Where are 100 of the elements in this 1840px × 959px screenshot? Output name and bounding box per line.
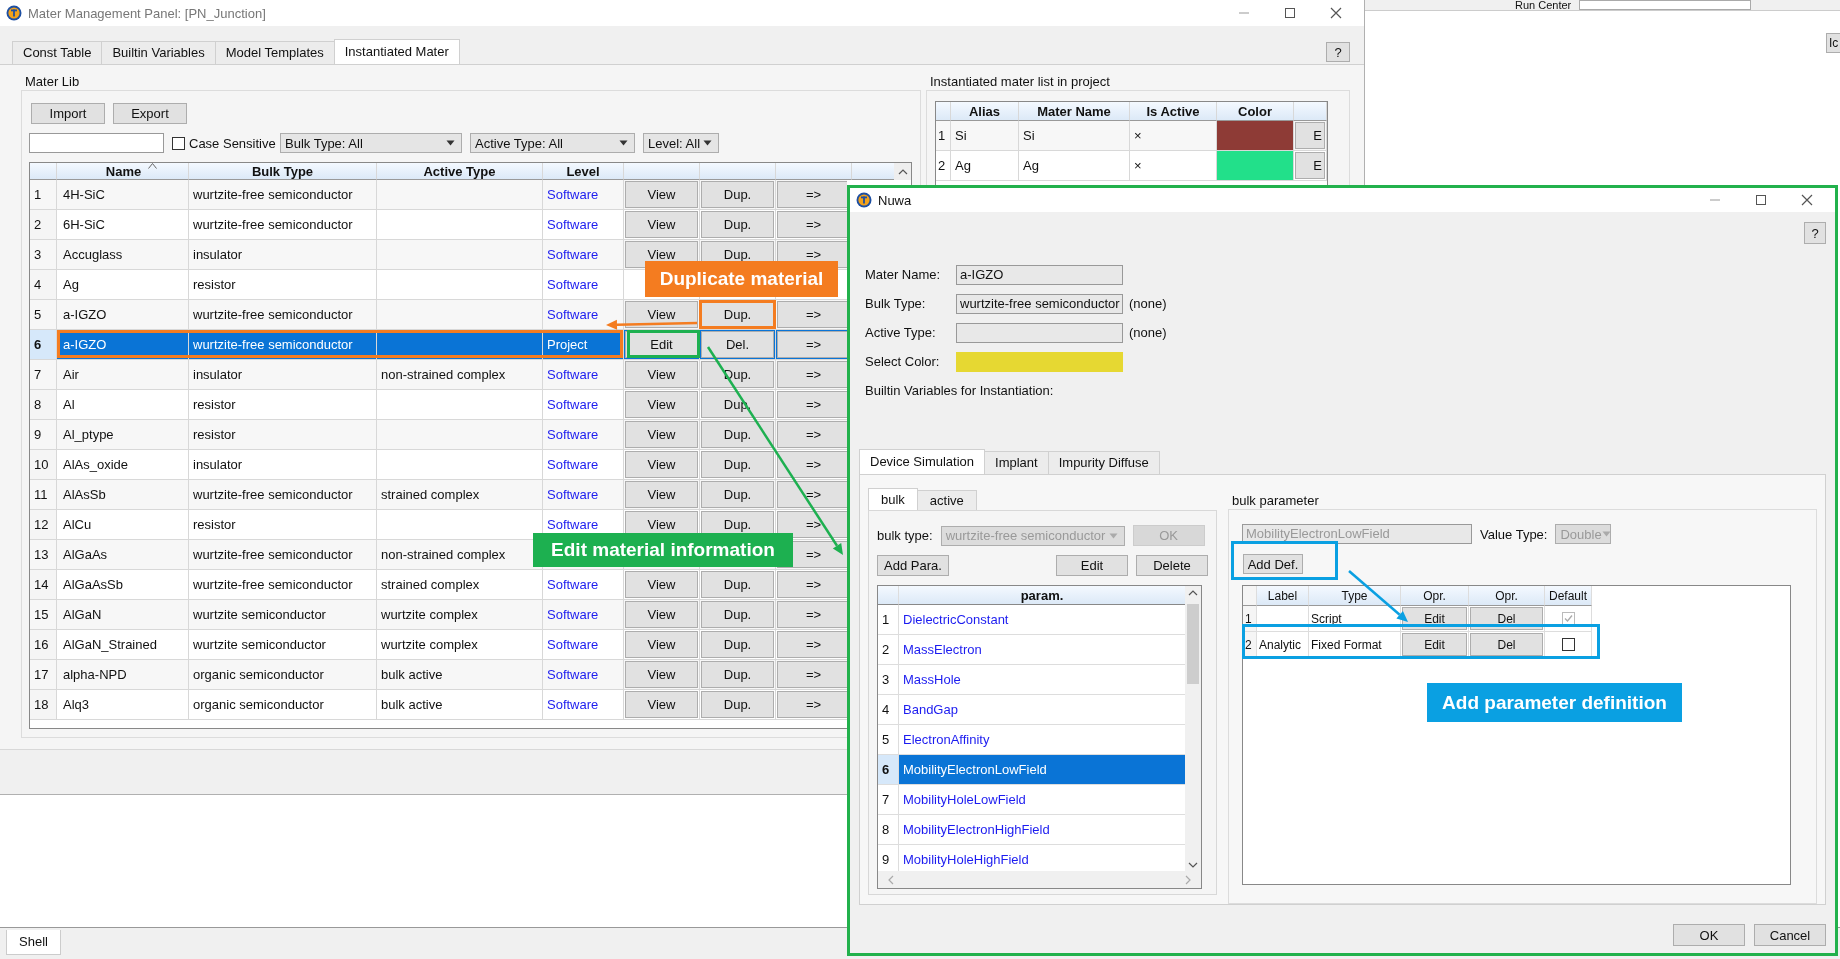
close-icon[interactable] xyxy=(1801,194,1813,206)
button[interactable]: View xyxy=(625,361,698,388)
button[interactable]: OK xyxy=(1673,924,1745,946)
column-header[interactable]: Label xyxy=(1257,586,1309,606)
scroll-left-icon[interactable] xyxy=(888,874,894,885)
button[interactable]: => xyxy=(777,331,847,358)
tab[interactable]: bulk xyxy=(868,488,918,510)
table-row[interactable]: 4 BandGap xyxy=(878,695,1185,725)
button[interactable]: => xyxy=(777,451,847,478)
button[interactable]: View xyxy=(625,481,698,508)
tab[interactable]: Const Table xyxy=(12,41,103,64)
scrollbar[interactable] xyxy=(894,163,911,180)
button[interactable]: Dup. xyxy=(701,451,774,478)
level-link[interactable]: Software xyxy=(547,577,599,592)
button[interactable]: Dup. xyxy=(701,661,774,688)
scroll-right-icon[interactable] xyxy=(1185,874,1191,885)
button[interactable]: => xyxy=(777,421,847,448)
button[interactable]: Dup. xyxy=(701,421,774,448)
scroll-thumb[interactable] xyxy=(1187,604,1199,684)
button[interactable]: Import xyxy=(31,103,105,124)
input-field[interactable] xyxy=(1579,0,1752,10)
button[interactable]: View xyxy=(625,211,698,238)
table-row[interactable]: 1 DielectricConstant xyxy=(878,605,1185,635)
button[interactable]: Export xyxy=(113,103,187,124)
tab[interactable]: active xyxy=(916,490,977,510)
level-link[interactable]: Software xyxy=(547,277,599,292)
button[interactable]: => xyxy=(777,601,847,628)
table-row[interactable]: 7 MobilityHoleLowField xyxy=(878,785,1185,815)
tab[interactable]: Model Templates xyxy=(214,41,335,64)
button[interactable]: View xyxy=(625,391,698,418)
button[interactable]: => xyxy=(777,361,847,388)
help-button[interactable]: ? xyxy=(1326,42,1350,62)
column-header[interactable]: Opr. xyxy=(1469,586,1545,606)
button[interactable]: Delete xyxy=(1136,555,1208,576)
dropdown[interactable]: Level: All xyxy=(643,133,719,153)
tab[interactable]: Instantiated Mater xyxy=(333,39,460,64)
help-button[interactable]: ? xyxy=(1804,222,1826,244)
table-row[interactable]: 17 alpha-NPD organic semiconductor bulk active Software View Dup. => xyxy=(30,660,847,690)
level-link[interactable]: Software xyxy=(547,397,599,412)
button[interactable]: View xyxy=(625,451,698,478)
button[interactable]: View xyxy=(625,631,698,658)
button[interactable]: Dup. xyxy=(701,181,774,208)
color-picker[interactable] xyxy=(956,351,1123,372)
column-header[interactable]: Alias xyxy=(951,102,1019,121)
button[interactable]: => xyxy=(777,481,847,508)
scroll-up-icon[interactable] xyxy=(897,168,908,175)
table-row[interactable]: 6 MobilityElectronLowField xyxy=(878,755,1185,785)
button[interactable]: => xyxy=(777,301,847,328)
color-swatch[interactable] xyxy=(1217,121,1293,150)
button[interactable]: View xyxy=(625,301,698,328)
button[interactable]: View xyxy=(625,181,698,208)
button[interactable]: Edit xyxy=(1056,555,1128,576)
button[interactable]: Dup. xyxy=(701,631,774,658)
table-row[interactable]: 1 4H-SiC wurtzite-free semiconductor Software View Dup. => xyxy=(30,180,847,210)
column-header[interactable]: Type xyxy=(1309,586,1401,606)
maximize-icon[interactable] xyxy=(1755,194,1767,206)
button[interactable]: View xyxy=(625,601,698,628)
scrollbar[interactable] xyxy=(878,871,1201,888)
button[interactable]: Dup. xyxy=(701,211,774,238)
button[interactable]: => xyxy=(777,211,847,238)
input-field[interactable] xyxy=(956,322,1123,343)
scroll-down-icon[interactable] xyxy=(1188,862,1198,868)
button[interactable]: => xyxy=(777,391,847,418)
button[interactable]: => xyxy=(777,181,847,208)
level-link[interactable]: Software xyxy=(547,697,599,712)
button[interactable]: E xyxy=(1295,122,1325,149)
search-field[interactable] xyxy=(29,133,164,153)
button[interactable]: Edit xyxy=(1402,633,1467,656)
checkbox[interactable] xyxy=(1561,638,1575,651)
button[interactable]: Cancel xyxy=(1754,924,1826,946)
button[interactable]: Dup. xyxy=(701,481,774,508)
button[interactable]: E xyxy=(1295,152,1325,179)
dropdown[interactable]: Bulk Type: All xyxy=(280,133,462,153)
column-header[interactable]: Color xyxy=(1217,102,1294,121)
tab[interactable]: Impurity Diffuse xyxy=(1047,451,1160,474)
tab[interactable]: Implant xyxy=(984,451,1049,474)
column-header[interactable]: Active Type xyxy=(377,163,543,180)
button[interactable]: Add Para. xyxy=(877,555,949,576)
checkbox[interactable] xyxy=(172,136,185,150)
column-header[interactable]: param. xyxy=(898,586,1185,605)
button[interactable]: Del xyxy=(1470,607,1543,630)
button[interactable]: => xyxy=(777,571,847,598)
table-row[interactable]: 15 AlGaN wurtzite semiconductor wurtzite complex Software View Dup. => xyxy=(30,600,847,630)
dropdown[interactable]: Active Type: All xyxy=(470,133,635,153)
table-row[interactable]: 8 MobilityElectronHighField xyxy=(878,815,1185,845)
add-button[interactable]: Add Def. xyxy=(1243,554,1303,574)
button[interactable]: Dup. xyxy=(701,571,774,598)
button[interactable]: => xyxy=(777,661,847,688)
scroll-up-icon[interactable] xyxy=(1188,590,1198,596)
button[interactable]: View xyxy=(625,661,698,688)
tab[interactable]: Shell xyxy=(6,930,61,955)
tab[interactable]: Device Simulation xyxy=(859,449,986,474)
button[interactable]: => xyxy=(777,511,847,538)
column-header[interactable]: Opr. xyxy=(1401,586,1469,606)
input-field[interactable]: wurtzite-free semiconductor xyxy=(956,293,1123,314)
column-header[interactable]: Name xyxy=(57,163,189,180)
level-link[interactable]: Software xyxy=(547,457,599,472)
color-swatch[interactable] xyxy=(1217,151,1293,180)
level-link[interactable]: Software xyxy=(547,217,599,232)
tab[interactable]: Builtin Variables xyxy=(101,41,216,64)
